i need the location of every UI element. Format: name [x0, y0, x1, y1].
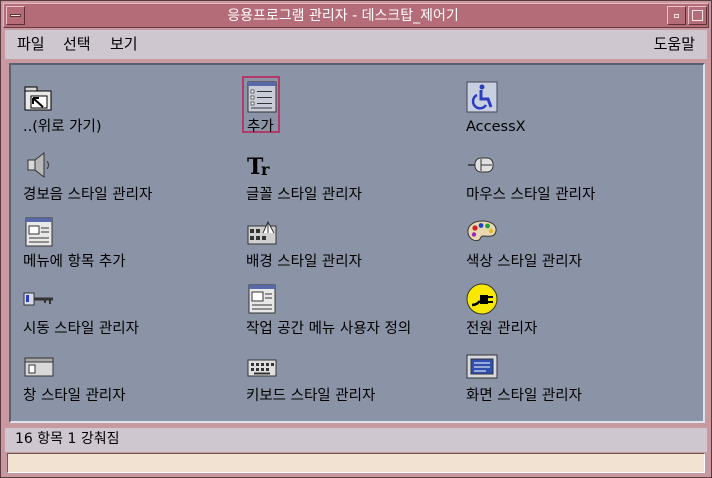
message-field [7, 453, 705, 473]
icon-label: 시동 스타일 관리자 [23, 321, 139, 337]
speaker-icon [23, 149, 55, 181]
status-text: 16 항목 1 강춰짐 [15, 431, 120, 447]
window-title: 응용프로그램 관리자 - 데스크탑_제어기 [227, 8, 459, 24]
mouse-icon [466, 149, 498, 181]
icon-label: 추가 [247, 119, 274, 135]
icon-label: 색상 스타일 관리자 [466, 254, 582, 270]
icon-label: 작업 공간 메뉴 사용자 정의 [246, 321, 412, 337]
status-bar: 16 항목 1 강춰짐 [5, 428, 707, 452]
icon-label: 메뉴에 항목 추가 [23, 254, 126, 270]
menu-add-icon [23, 216, 55, 248]
icon-label: 경보음 스타일 관리자 [23, 187, 153, 203]
backdrop-icon [246, 216, 278, 248]
menu-help[interactable]: 도움말 [654, 35, 695, 53]
icon-label: 전원 관리자 [466, 321, 538, 337]
menu-view[interactable]: 보기 [110, 35, 138, 53]
window-menu-icon [10, 14, 21, 17]
minimize-button[interactable] [667, 6, 686, 25]
window-icon [23, 350, 55, 382]
icon-label: AccessX [466, 119, 526, 135]
app-manager-window: 응용프로그램 관리자 - 데스크탑_제어기 파일 선택 보기 도움말 ..(위로… [0, 0, 712, 478]
svg-text:r: r [261, 160, 270, 179]
title-bar[interactable]: 응용프로그램 관리자 - 데스크탑_제어기 [3, 3, 709, 28]
icon-label: 배경 스타일 관리자 [246, 254, 362, 270]
minimize-icon [674, 14, 679, 18]
folder-up-icon [23, 81, 55, 113]
menu-select[interactable]: 선택 [63, 35, 91, 53]
icon-label: 창 스타일 관리자 [23, 388, 126, 404]
screen-icon [466, 350, 498, 382]
icon-view-pane[interactable]: ..(위로 가기) 추가 AccessX 경보음 스타일 관리자 T r 글꼴 … [9, 63, 705, 423]
icon-label: ..(위로 가기) [23, 119, 102, 135]
icon-label: 키보드 스타일 관리자 [246, 388, 376, 404]
add-form-icon [246, 81, 278, 113]
icon-label: 화면 스타일 관리자 [466, 388, 582, 404]
keyboard-icon [246, 350, 278, 382]
menu-file[interactable]: 파일 [17, 35, 45, 53]
maximize-icon [692, 10, 703, 21]
maximize-button[interactable] [688, 6, 707, 25]
font-tt-icon: T r [246, 149, 278, 181]
accessibility-icon [466, 81, 498, 113]
startup-key-icon [23, 283, 55, 315]
power-plug-icon [466, 283, 498, 315]
icon-label: 글꼴 스타일 관리자 [246, 187, 362, 203]
icon-label: 마우스 스타일 관리자 [466, 187, 596, 203]
menu-bar: 파일 선택 보기 도움말 [5, 30, 707, 59]
palette-icon [466, 216, 498, 248]
window-menu-button[interactable] [6, 6, 25, 25]
workspace-menu-icon [246, 283, 278, 315]
